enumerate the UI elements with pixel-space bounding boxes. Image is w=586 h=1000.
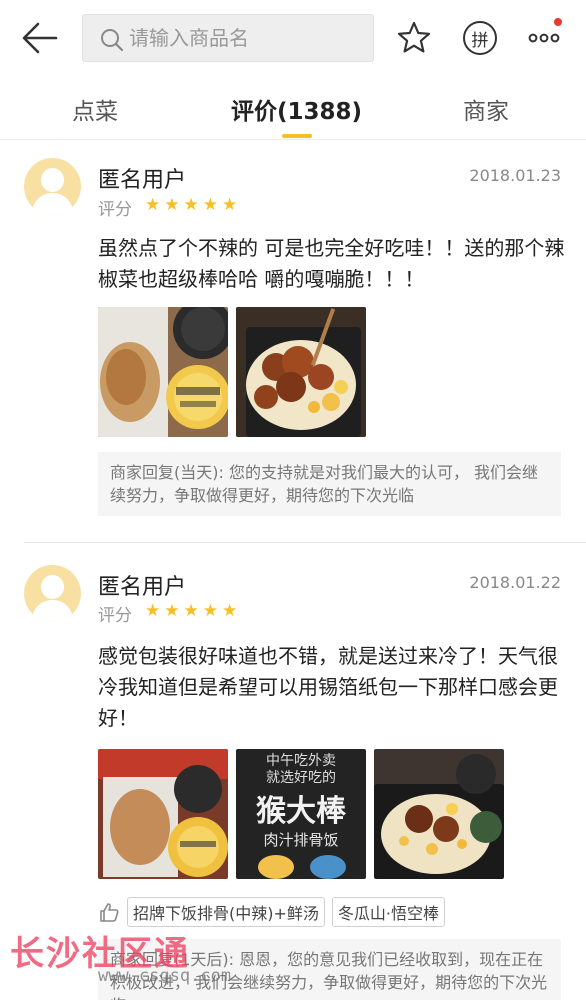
tab-order[interactable]: 点菜 <box>72 92 118 126</box>
star-icon: ★ <box>145 195 161 215</box>
review-photo[interactable]: 中午吃外卖 就选好吃的 猴大棒 肉汁排骨饭 <box>236 749 366 879</box>
review-photos <box>98 307 366 437</box>
star-icon: ★ <box>145 601 161 621</box>
photo-brand-text: 猴大棒 <box>256 794 347 829</box>
star-icon: ★ <box>183 601 199 621</box>
thumbs-up-icon <box>100 903 119 922</box>
rating-label: 评分 <box>98 606 132 626</box>
review-photo[interactable] <box>98 307 228 437</box>
tab-merchant[interactable]: 商家 <box>463 92 509 126</box>
review-photo[interactable] <box>374 749 504 879</box>
search-input[interactable] <box>129 15 369 61</box>
review-content: 虽然点了个不辣的 可是也完全好吃哇！！送的那个辣椒菜也超级棒哈哈 嚼的嘎嘣脆！！… <box>98 236 565 291</box>
merchant-reply: 商家回复(当天): 您的支持就是对我们最大的认可， 我们会继续努力，争取做得更好… <box>98 452 561 516</box>
group-order-button[interactable]: 拼 <box>460 18 500 58</box>
review-photo[interactable] <box>236 307 366 437</box>
back-arrow-icon <box>22 22 58 54</box>
watermark-url: www.csqsq.com <box>98 966 232 986</box>
photo-brand-text: 中午吃外卖 <box>266 753 336 769</box>
review-item: 匿名用户 2018.01.23 评分 ★ ★ ★ ★ ★ 虽然点了个不辣的 可是… <box>0 140 586 540</box>
rating-stars: ★ ★ ★ ★ ★ <box>145 603 237 620</box>
tab-label: 评价(1388) <box>231 99 363 125</box>
review-photos: 中午吃外卖 就选好吃的 猴大棒 肉汁排骨饭 <box>98 749 504 879</box>
rating-stars: ★ ★ ★ ★ ★ <box>145 197 237 214</box>
tab-label: 商家 <box>463 99 509 125</box>
avatar <box>24 158 81 215</box>
review-username: 匿名用户 <box>98 168 187 193</box>
tab-bar: 点菜 评价(1388) 商家 <box>0 78 586 140</box>
star-icon: ★ <box>222 601 238 621</box>
top-bar: 拼 <box>0 0 586 78</box>
photo-brand-text: 肉汁排骨饭 <box>263 831 338 849</box>
star-icon: ★ <box>183 195 199 215</box>
dish-tag[interactable]: 冬瓜山·悟空棒 <box>331 897 445 927</box>
favorite-button[interactable] <box>394 18 434 58</box>
recommended-dishes: 招牌下饭排骨(中辣)+鲜汤 冬瓜山·悟空棒 <box>98 897 445 927</box>
search-box[interactable] <box>82 14 374 62</box>
rating-label: 评分 <box>98 200 132 220</box>
avatar <box>24 565 81 622</box>
review-divider <box>24 542 586 543</box>
review-photo[interactable] <box>98 749 228 879</box>
photo-brand-text: 就选好吃的 <box>266 770 336 786</box>
star-icon: ★ <box>202 195 218 215</box>
star-icon: ★ <box>222 195 238 215</box>
star-icon: ★ <box>202 601 218 621</box>
review-date: 2018.01.22 <box>469 573 561 592</box>
star-icon: ★ <box>164 601 180 621</box>
search-icon <box>101 29 124 52</box>
star-icon: ★ <box>164 195 180 215</box>
tab-reviews[interactable]: 评价(1388) <box>231 92 363 138</box>
notification-dot <box>554 18 562 26</box>
active-tab-indicator <box>281 134 312 138</box>
more-button[interactable] <box>524 18 564 58</box>
dish-tag[interactable]: 招牌下饭排骨(中辣)+鲜汤 <box>127 897 325 927</box>
watermark: 长沙社区通 www.csqsq.com <box>10 926 231 1000</box>
tab-label: 点菜 <box>72 99 118 125</box>
star-outline-icon <box>397 21 431 53</box>
review-date: 2018.01.23 <box>469 166 561 185</box>
back-button[interactable] <box>20 20 60 56</box>
group-order-icon: 拼 <box>463 21 497 55</box>
review-username: 匿名用户 <box>98 575 187 600</box>
review-content: 感觉包装很好味道也不错，就是送过来冷了！天气很冷我知道但是希望可以用锡箔纸包一下… <box>98 644 558 730</box>
